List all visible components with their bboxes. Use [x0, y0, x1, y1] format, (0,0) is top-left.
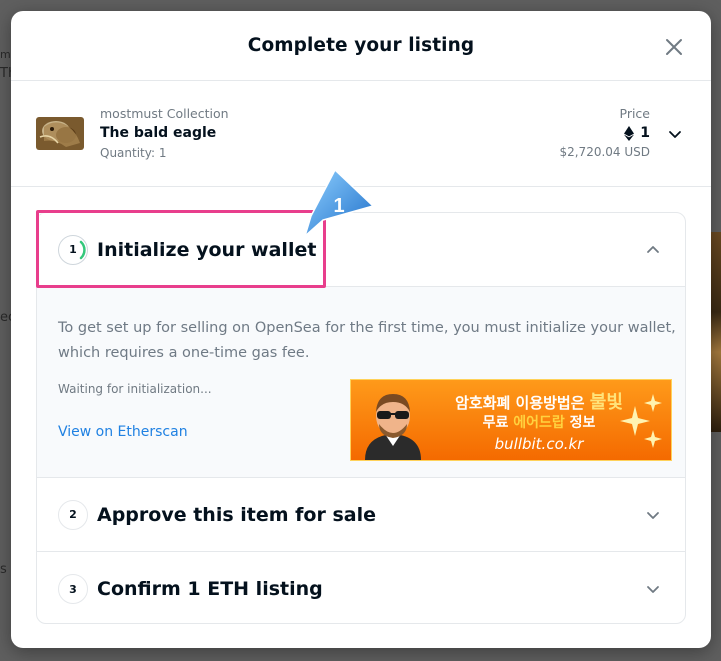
backdrop-artwork	[711, 232, 721, 432]
price-block: Price 1 $2,720.04 USD	[559, 106, 650, 159]
item-thumbnail	[36, 117, 84, 150]
chevron-up-icon	[647, 245, 659, 253]
close-button[interactable]	[663, 36, 685, 58]
annotation-callout: 1	[303, 168, 375, 238]
step-description: To get set up for selling on OpenSea for…	[58, 320, 676, 361]
advertisement-banner[interactable]: 암호화폐 이용방법은 불빛 무료 에어드랍 정보 bullbit.co.kr	[350, 379, 672, 461]
step-title: Confirm 1 ETH listing	[97, 578, 323, 600]
ethereum-icon	[624, 125, 635, 141]
backdrop-text: m	[0, 48, 11, 61]
item-name: The bald eagle	[100, 125, 217, 141]
step-title: Approve this item for sale	[97, 503, 376, 526]
annotation-highlight-box	[36, 210, 326, 288]
ad-url: bullbit.co.kr	[494, 435, 584, 453]
listing-modal: Complete your listing mostmust Collectio…	[11, 11, 711, 648]
item-quantity: Quantity: 1	[100, 146, 167, 160]
step-confirm-listing-header[interactable]: 3 Confirm 1 ETH listing	[37, 552, 685, 623]
ad-subline-text: 정보	[564, 415, 596, 431]
price-usd: $2,720.04 USD	[559, 145, 650, 159]
chevron-down-icon	[647, 586, 659, 593]
step-initialize-wallet-body: To get set up for selling on OpenSea for…	[37, 287, 685, 478]
collection-name[interactable]: mostmust Collection	[100, 106, 229, 121]
step-number: 2	[58, 499, 88, 530]
ad-highlight: 에어드랍	[513, 415, 565, 431]
step-number: 3	[58, 574, 88, 604]
expand-toggle[interactable]	[645, 507, 661, 523]
callout-number: 1	[333, 195, 344, 217]
collapse-toggle[interactable]	[645, 242, 661, 258]
mascot-avatar	[365, 394, 421, 460]
chevron-down-icon	[669, 131, 681, 138]
ad-headline: 암호화폐 이용방법은 불빛	[439, 388, 639, 414]
ad-subline-text: 무료	[482, 415, 514, 431]
price-eth: 1	[559, 125, 650, 141]
modal-header: Complete your listing	[11, 11, 711, 81]
expand-toggle[interactable]	[645, 581, 661, 597]
close-icon	[666, 39, 682, 55]
chevron-down-icon	[647, 511, 659, 519]
status-text: Waiting for initialization...	[58, 382, 212, 396]
ad-subline: 무료 에어드랍 정보	[439, 412, 639, 432]
backdrop-text: s	[0, 562, 7, 577]
step-approve-item-header[interactable]: 2 Approve this item for sale	[37, 478, 685, 552]
item-details-toggle[interactable]	[667, 126, 683, 142]
modal-title: Complete your listing	[247, 35, 475, 56]
sparkle-icon	[620, 394, 662, 448]
ad-headline-text: 암호화폐 이용방법은	[455, 394, 590, 412]
price-label: Price	[619, 106, 651, 121]
price-eth-value: 1	[640, 125, 650, 141]
etherscan-link[interactable]: View on Etherscan	[58, 424, 188, 440]
